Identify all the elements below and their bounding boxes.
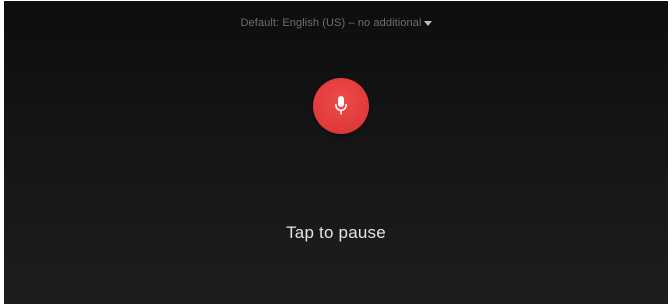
microphone-icon [335, 96, 347, 115]
language-selector[interactable]: Default: English (US) – no additional [240, 17, 432, 29]
microphone-button[interactable] [313, 78, 369, 134]
status-text: Tap to pause [286, 223, 386, 242]
language-bar: Default: English (US) – no additional [4, 13, 668, 31]
chevron-down-icon[interactable] [423, 20, 432, 26]
language-selector-label: Default: English (US) – no additional [240, 17, 422, 29]
voice-input-panel: Default: English (US) – no additional Ta… [4, 1, 668, 304]
